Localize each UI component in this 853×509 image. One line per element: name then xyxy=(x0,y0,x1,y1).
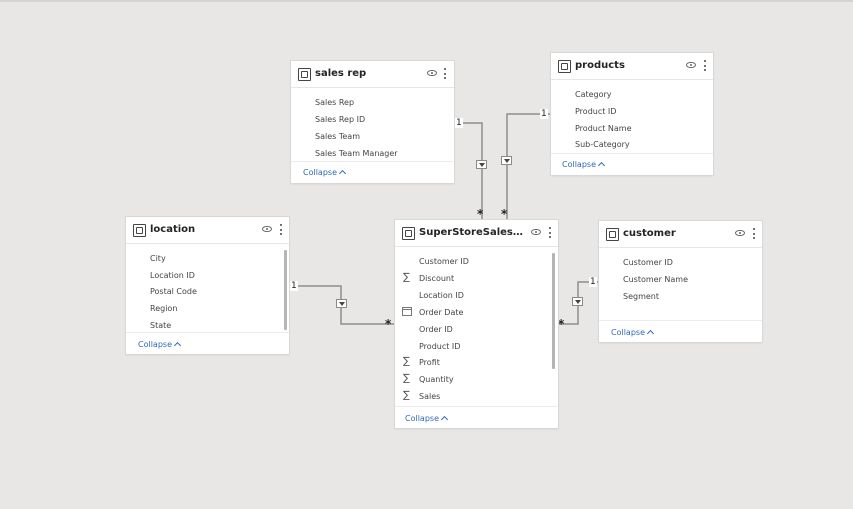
cardinality-many-products: * xyxy=(501,207,508,221)
chevron-up-icon xyxy=(173,341,182,350)
table-icon xyxy=(298,68,311,81)
table-icon xyxy=(606,228,619,241)
collapse-button[interactable]: Collapse xyxy=(138,340,182,350)
eye-icon[interactable] xyxy=(735,230,745,236)
collapse-row: Collapse xyxy=(126,332,289,350)
field-sales-rep[interactable]: Sales Rep xyxy=(315,98,354,107)
sigma-icon: ∑ xyxy=(403,373,410,384)
calendar-icon xyxy=(402,307,412,316)
collapse-label: Collapse xyxy=(611,328,645,337)
field-product-id[interactable]: Product ID xyxy=(575,107,616,116)
table-title: sales rep xyxy=(315,68,367,79)
table-header[interactable]: location xyxy=(126,217,289,244)
field-profit[interactable]: Profit xyxy=(419,358,440,367)
field-location-id[interactable]: Location ID xyxy=(419,291,464,300)
table-icon xyxy=(402,227,415,240)
table-card-superstore-sales-data[interactable]: SuperStoreSalesData... Customer ID ∑ Dis… xyxy=(395,220,558,428)
more-options-icon[interactable] xyxy=(549,227,552,239)
field-customer-name[interactable]: Customer Name xyxy=(623,275,688,284)
table-card-products[interactable]: products Category Product ID Product Nam… xyxy=(551,53,713,175)
collapse-row: Collapse xyxy=(551,153,713,170)
collapse-label: Collapse xyxy=(303,168,337,177)
eye-icon[interactable] xyxy=(686,62,696,68)
collapse-button[interactable]: Collapse xyxy=(611,328,655,338)
field-quantity[interactable]: Quantity xyxy=(419,375,454,384)
table-card-location[interactable]: location City Location ID Postal Code Re… xyxy=(126,217,289,354)
cardinality-many-location: * xyxy=(385,317,392,331)
collapse-button[interactable]: Collapse xyxy=(303,168,347,178)
filter-direction-icon[interactable] xyxy=(501,156,512,165)
chevron-up-icon xyxy=(338,169,347,178)
scrollbar[interactable] xyxy=(552,253,555,369)
table-header[interactable]: products xyxy=(551,53,713,80)
cardinality-one-products: 1 xyxy=(540,109,548,119)
filter-direction-icon[interactable] xyxy=(336,299,347,308)
eye-icon[interactable] xyxy=(427,70,437,76)
eye-icon[interactable] xyxy=(262,226,272,232)
table-title: products xyxy=(575,60,625,71)
field-product-name[interactable]: Product Name xyxy=(575,124,632,133)
field-discount[interactable]: Discount xyxy=(419,274,454,283)
cardinality-one-salesrep: 1 xyxy=(455,118,463,128)
cardinality-many-salesrep: * xyxy=(477,207,484,221)
table-title: SuperStoreSalesData... xyxy=(419,227,523,238)
eye-icon[interactable] xyxy=(531,229,541,235)
chevron-up-icon xyxy=(440,415,449,424)
field-sales-team[interactable]: Sales Team xyxy=(315,132,360,141)
more-options-icon[interactable] xyxy=(704,60,707,72)
table-header[interactable]: sales rep xyxy=(291,61,454,88)
collapse-button[interactable]: Collapse xyxy=(562,160,606,170)
cardinality-many-customer: * xyxy=(558,317,565,331)
field-city[interactable]: City xyxy=(150,254,166,263)
field-customer-id[interactable]: Customer ID xyxy=(623,258,673,267)
field-sub-category[interactable]: Sub-Category xyxy=(575,140,630,149)
sigma-icon: ∑ xyxy=(403,356,410,367)
field-state[interactable]: State xyxy=(150,321,171,330)
field-region[interactable]: Region xyxy=(150,304,177,313)
sigma-icon: ∑ xyxy=(403,272,410,283)
field-order-date[interactable]: Order Date xyxy=(419,308,463,317)
more-options-icon[interactable] xyxy=(280,224,283,236)
field-order-id[interactable]: Order ID xyxy=(419,325,453,334)
filter-direction-icon[interactable] xyxy=(476,160,487,169)
collapse-row: Collapse xyxy=(395,406,558,424)
field-category[interactable]: Category xyxy=(575,90,612,99)
collapse-label: Collapse xyxy=(138,340,172,349)
scrollbar[interactable] xyxy=(284,250,287,330)
field-sales-team-manager[interactable]: Sales Team Manager xyxy=(315,149,398,158)
sigma-icon: ∑ xyxy=(403,390,410,401)
table-title: customer xyxy=(623,228,676,239)
relation-line-products xyxy=(506,113,551,220)
table-icon xyxy=(133,224,146,237)
table-card-customer[interactable]: customer Customer ID Customer Name Segme… xyxy=(599,221,762,342)
filter-direction-icon[interactable] xyxy=(572,297,583,306)
table-header[interactable]: SuperStoreSalesData... xyxy=(395,220,558,247)
field-sales-rep-id[interactable]: Sales Rep ID xyxy=(315,115,365,124)
chevron-up-icon xyxy=(646,329,655,338)
table-icon xyxy=(558,60,571,73)
relation-line-salesrep xyxy=(454,122,483,220)
chevron-up-icon xyxy=(597,161,606,170)
field-sales[interactable]: Sales xyxy=(419,392,440,401)
field-postal-code[interactable]: Postal Code xyxy=(150,287,197,296)
table-title: location xyxy=(150,224,196,235)
table-header[interactable]: customer xyxy=(599,221,762,248)
field-location-id[interactable]: Location ID xyxy=(150,271,195,280)
cardinality-one-customer: 1 xyxy=(589,277,597,287)
cardinality-one-location: 1 xyxy=(290,281,298,291)
table-card-sales-rep[interactable]: sales rep Sales Rep Sales Rep ID Sales T… xyxy=(291,61,454,183)
collapse-row: Collapse xyxy=(291,161,454,178)
field-segment[interactable]: Segment xyxy=(623,292,659,301)
collapse-button[interactable]: Collapse xyxy=(405,414,449,424)
collapse-row: Collapse xyxy=(599,320,762,338)
field-product-id[interactable]: Product ID xyxy=(419,342,460,351)
more-options-icon[interactable] xyxy=(444,68,447,80)
collapse-label: Collapse xyxy=(405,414,439,423)
collapse-label: Collapse xyxy=(562,160,596,169)
field-customer-id[interactable]: Customer ID xyxy=(419,257,469,266)
more-options-icon[interactable] xyxy=(753,228,756,240)
